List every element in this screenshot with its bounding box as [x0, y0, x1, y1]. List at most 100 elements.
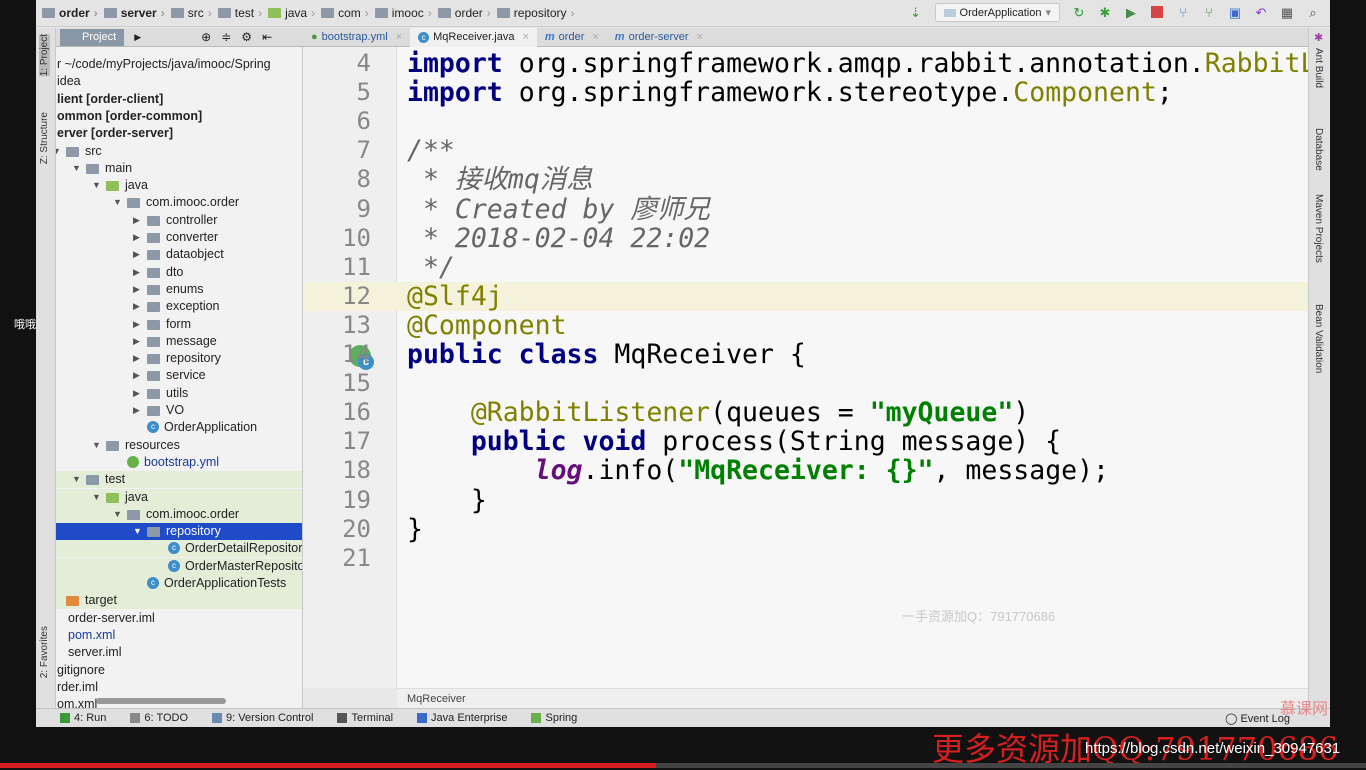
- tree-item[interactable]: target: [56, 592, 302, 610]
- breadcrumb-item[interactable]: order ›: [42, 6, 98, 20]
- chevron-right-icon[interactable]: ▶: [133, 281, 140, 298]
- chevron-down-icon[interactable]: ▼: [113, 506, 122, 523]
- tree-item[interactable]: pom.xml: [56, 627, 302, 644]
- status-run[interactable]: 4: Run: [60, 712, 106, 724]
- tree-item[interactable]: ▼ main: [56, 160, 302, 177]
- debug-icon[interactable]: ✱: [1098, 5, 1112, 20]
- chevron-right-icon[interactable]: ▶: [133, 333, 140, 350]
- compare-icon[interactable]: ▣: [1228, 5, 1242, 20]
- tree-item[interactable]: ▶ form: [56, 316, 302, 333]
- revert-icon[interactable]: ↶: [1254, 5, 1268, 20]
- chevron-right-icon[interactable]: ▶: [133, 264, 140, 281]
- video-progress-bar[interactable]: [0, 763, 1366, 768]
- breadcrumb-item[interactable]: test ›: [217, 6, 262, 20]
- chevron-down-icon[interactable]: ▼: [133, 523, 142, 540]
- tree-item[interactable]: ▼ src: [56, 143, 302, 160]
- tab-order-server[interactable]: m order-server ×: [607, 28, 711, 47]
- structure-icon[interactable]: ▦: [1280, 5, 1294, 20]
- tree-item[interactable]: c OrderMasterReposito: [56, 557, 302, 575]
- chevron-down-icon[interactable]: ▼: [92, 489, 101, 506]
- close-icon[interactable]: ×: [522, 31, 528, 43]
- tree-item[interactable]: ▶ service: [56, 367, 302, 384]
- code-editor[interactable]: 一手资源加Q：791770686 import org.springframew…: [397, 47, 1308, 688]
- close-icon[interactable]: ×: [396, 31, 402, 43]
- tool-window-bean-validation[interactable]: Bean Validation: [1313, 304, 1324, 373]
- chevron-right-icon[interactable]: ▶: [133, 402, 140, 419]
- tree-item[interactable]: c OrderDetailRepository: [56, 540, 302, 558]
- vcs-commit-icon[interactable]: ⑂: [1202, 5, 1216, 20]
- tree-item[interactable]: rder.iml: [56, 679, 302, 696]
- chevron-right-icon[interactable]: ▶: [133, 229, 140, 246]
- status-terminal[interactable]: Terminal: [337, 712, 393, 724]
- tree-item[interactable]: order-server.iml: [56, 610, 302, 627]
- chevron-right-icon[interactable]: ▶: [133, 246, 140, 263]
- tool-window-favorites[interactable]: 2: Favorites: [39, 626, 50, 678]
- chevron-down-icon[interactable]: ▼: [92, 437, 101, 454]
- editor-breadcrumb[interactable]: MqReceiver: [397, 688, 1308, 708]
- tab-order[interactable]: m order ×: [537, 28, 607, 47]
- chevron-right-icon[interactable]: ▶: [133, 367, 140, 384]
- tab-mqreceiver-java[interactable]: c MqReceiver.java ×: [410, 27, 537, 47]
- locate-icon[interactable]: ⊕: [201, 30, 211, 44]
- tree-item[interactable]: ▼ repository: [56, 523, 302, 541]
- breadcrumb-item[interactable]: repository ›: [496, 6, 574, 20]
- tree-item[interactable]: ▼ test: [56, 471, 302, 489]
- tool-window-ant-build[interactable]: Ant Build: [1313, 48, 1324, 88]
- breadcrumb-item[interactable]: com ›: [321, 6, 369, 20]
- breadcrumb-item[interactable]: src ›: [170, 6, 212, 20]
- status-java-enterprise[interactable]: Java Enterprise: [417, 712, 507, 724]
- tree-item[interactable]: ommon [order-common]: [56, 108, 302, 125]
- tree-item[interactable]: ▶ exception: [56, 298, 302, 315]
- close-icon[interactable]: ×: [592, 31, 598, 43]
- chevron-right-icon[interactable]: ▶: [133, 212, 140, 229]
- vcs-update-icon[interactable]: ⑂: [1176, 5, 1190, 20]
- sort-icon[interactable]: ⇣: [909, 5, 923, 20]
- chevron-down-icon[interactable]: ▼: [113, 194, 122, 211]
- breadcrumb-item[interactable]: imooc ›: [374, 6, 432, 20]
- tool-window-project[interactable]: 1: Project: [39, 34, 50, 77]
- tree-item[interactable]: idea: [56, 73, 302, 90]
- chevron-right-icon[interactable]: ▶: [133, 316, 140, 333]
- tree-item[interactable]: ▼ com.imooc.order: [56, 505, 302, 523]
- breadcrumb-item[interactable]: java ›: [268, 6, 315, 20]
- chevron-down-icon[interactable]: ▼: [72, 471, 81, 488]
- collapse-icon[interactable]: ≑: [221, 30, 231, 44]
- tree-item[interactable]: bootstrap.yml: [56, 454, 302, 471]
- tree-item[interactable]: ▶ dataobject: [56, 246, 302, 263]
- gear-icon[interactable]: ⚙: [241, 30, 252, 44]
- horizontal-scrollbar[interactable]: [96, 698, 226, 704]
- tree-item[interactable]: ▼ com.imooc.order: [56, 194, 302, 211]
- chevron-down-icon[interactable]: ▼: [92, 177, 101, 194]
- rerun-icon[interactable]: ↻: [1072, 5, 1086, 20]
- tree-item[interactable]: gitignore: [56, 662, 302, 679]
- tree-item[interactable]: c OrderApplication: [56, 419, 302, 436]
- status-todo[interactable]: 6: TODO: [130, 712, 188, 724]
- tool-window-structure[interactable]: Z: Structure: [39, 112, 50, 164]
- chevron-right-icon[interactable]: ▶: [133, 350, 140, 367]
- tree-item[interactable]: ▼ java: [56, 488, 302, 506]
- status-spring[interactable]: Spring: [531, 712, 577, 724]
- search-icon[interactable]: ⌕: [1306, 5, 1320, 20]
- tree-item[interactable]: erver [order-server]: [56, 125, 302, 142]
- tree-item[interactable]: ▶ utils: [56, 385, 302, 402]
- tree-item[interactable]: server.iml: [56, 644, 302, 661]
- run-config-select[interactable]: OrderApplication ▾: [934, 3, 1060, 22]
- tree-item[interactable]: r ~/code/myProjects/java/imooc/Spring: [56, 56, 302, 73]
- play-icon[interactable]: ▶: [134, 32, 141, 43]
- tree-item[interactable]: ▼ java: [56, 177, 302, 194]
- tool-window-database[interactable]: Database: [1313, 128, 1324, 171]
- tree-item[interactable]: ▶ dto: [56, 264, 302, 281]
- tree-item[interactable]: ▶ message: [56, 333, 302, 350]
- breadcrumb-item[interactable]: order ›: [437, 6, 491, 20]
- tree-item[interactable]: c OrderApplicationTests: [56, 575, 302, 592]
- tree-item[interactable]: lient [order-client]: [56, 91, 302, 108]
- chevron-down-icon[interactable]: ▼: [56, 143, 61, 160]
- chevron-right-icon[interactable]: ▶: [133, 385, 140, 402]
- tree-item[interactable]: ▶ controller: [56, 212, 302, 229]
- tree-item[interactable]: ▶ converter: [56, 229, 302, 246]
- stop-icon[interactable]: [1150, 5, 1164, 20]
- tree-item[interactable]: ▶ repository: [56, 350, 302, 367]
- breadcrumb-item[interactable]: server ›: [103, 6, 165, 20]
- tree-item[interactable]: ▼ resources: [56, 437, 302, 454]
- chevron-down-icon[interactable]: ▼: [72, 160, 81, 177]
